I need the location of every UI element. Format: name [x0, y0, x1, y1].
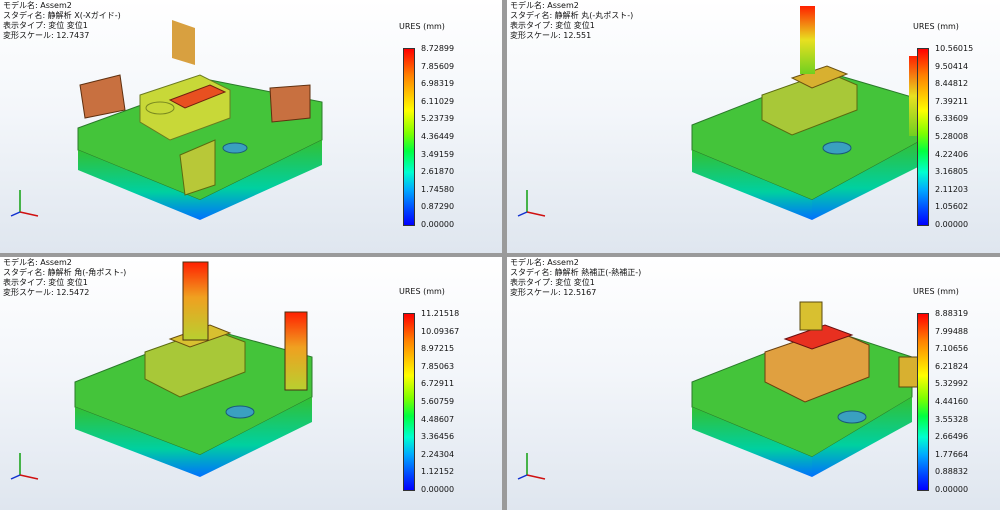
legend-value: 4.48607 [421, 414, 455, 424]
color-legend-bar [917, 313, 929, 491]
legend-value: 11.21518 [421, 309, 460, 318]
legend-value: 2.24304 [421, 449, 455, 459]
study-name: スタディ名: 静解析 角(-角ポスト-) [3, 268, 127, 277]
plot-type: 表示タイプ: 変位 変位1 [3, 21, 88, 30]
deformation-scale: 変形スケール: 12.551 [510, 31, 592, 40]
plot-type: 表示タイプ: 変位 変位1 [510, 278, 595, 287]
legend-value: 0.00000 [421, 485, 455, 494]
color-legend-bar [403, 48, 415, 226]
plot-type: 表示タイプ: 変位 変位1 [510, 21, 595, 30]
legend-value: 0.88832 [935, 467, 969, 477]
legend-value: 7.99488 [935, 326, 969, 336]
legend-value: 2.11203 [935, 184, 969, 194]
legend-value: 7.10656 [935, 344, 969, 354]
legend-value: 4.22406 [935, 149, 969, 159]
study-name: スタディ名: 静解析 丸(-丸ポスト-) [510, 11, 634, 20]
legend-value: 6.72911 [421, 379, 455, 389]
legend-value: 1.12152 [421, 467, 455, 477]
model-name: モデル名: Assem2 [3, 258, 72, 267]
axis-triad-icon [10, 453, 39, 480]
viewport-x-guide[interactable]: モデル名: Assem2 スタディ名: 静解析 X(-Xガイド-) 表示タイプ:… [0, 0, 502, 253]
axis-triad-icon [517, 453, 546, 480]
study-info: モデル名: Assem2 スタディ名: 静解析 X(-Xガイド-) 表示タイプ:… [3, 1, 121, 41]
viewport-square-post[interactable]: モデル名: Assem2 スタディ名: 静解析 角(-角ポスト-) 表示タイプ:… [0, 257, 502, 510]
legend-value: 10.09367 [421, 326, 460, 336]
deformation-scale: 変形スケール: 12.5167 [510, 288, 597, 297]
legend-value: 5.60759 [421, 397, 455, 406]
legend-value: 8.97215 [421, 344, 455, 354]
legend-value: 9.50414 [935, 61, 969, 71]
legend-value: 6.33609 [935, 114, 969, 124]
study-name: スタディ名: 静解析 熱補正(-熱補正-) [510, 268, 642, 277]
legend-value: 1.77664 [935, 449, 969, 459]
legend-value: 0.87290 [421, 202, 455, 212]
study-info: モデル名: Assem2 スタディ名: 静解析 熱補正(-熱補正-) 表示タイプ… [510, 258, 641, 298]
color-legend-bar [403, 313, 415, 491]
legend-value: 8.88319 [935, 309, 969, 318]
study-info: モデル名: Assem2 スタディ名: 静解析 丸(-丸ポスト-) 表示タイプ:… [510, 1, 633, 41]
legend-value: 7.85063 [421, 361, 455, 371]
model-name: モデル名: Assem2 [3, 1, 72, 10]
legend-value: 5.28008 [935, 132, 969, 141]
legend-title: URES (mm) [399, 287, 445, 296]
study-name: スタディ名: 静解析 X(-Xガイド-) [3, 11, 121, 20]
legend-value: 7.39211 [935, 96, 969, 106]
simulation-results-grid: モデル名: Assem2 スタディ名: 静解析 X(-Xガイド-) 表示タイプ:… [0, 0, 1000, 510]
legend-value: 3.16805 [935, 167, 969, 177]
plot-type: 表示タイプ: 変位 変位1 [3, 278, 88, 287]
axis-triad-icon [517, 190, 546, 217]
legend-value: 2.66496 [935, 432, 969, 442]
viewport-round-post[interactable]: モデル名: Assem2 スタディ名: 静解析 丸(-丸ポスト-) 表示タイプ:… [507, 0, 1000, 253]
legend-value: 0.00000 [935, 485, 969, 494]
legend-value: 8.72899 [421, 44, 455, 53]
legend-value: 4.36449 [421, 132, 455, 141]
viewport-thermal-correction[interactable]: モデル名: Assem2 スタディ名: 静解析 熱補正(-熱補正-) 表示タイプ… [507, 257, 1000, 510]
model-name: モデル名: Assem2 [510, 258, 579, 267]
study-info: モデル名: Assem2 スタディ名: 静解析 角(-角ポスト-) 表示タイプ:… [3, 258, 126, 298]
deformation-scale: 変形スケール: 12.5472 [3, 288, 90, 297]
legend-value: 5.32992 [935, 379, 969, 389]
legend-value: 10.56015 [935, 44, 974, 53]
legend-title: URES (mm) [913, 22, 959, 31]
legend-value: 4.44160 [935, 397, 969, 406]
legend-value: 3.36456 [421, 432, 455, 442]
legend-value: 5.23739 [421, 114, 455, 124]
model-name: モデル名: Assem2 [510, 1, 579, 10]
legend-value: 8.44812 [935, 79, 969, 89]
legend-value: 6.11029 [421, 96, 455, 106]
legend-value: 2.61870 [421, 167, 455, 177]
legend-value: 0.00000 [935, 220, 969, 229]
color-legend-bar [917, 48, 929, 226]
legend-value: 7.85609 [421, 61, 455, 71]
legend-value: 6.21824 [935, 361, 969, 371]
legend-value: 3.49159 [421, 149, 455, 159]
legend-value: 6.98319 [421, 79, 455, 89]
legend-value: 3.55328 [935, 414, 969, 424]
axis-triad-icon [10, 190, 39, 217]
deformation-scale: 変形スケール: 12.7437 [3, 31, 90, 40]
legend-value: 1.74580 [421, 184, 455, 194]
legend-title: URES (mm) [913, 287, 959, 296]
legend-value: 1.05602 [935, 202, 969, 212]
legend-value: 0.00000 [421, 220, 455, 229]
legend-title: URES (mm) [399, 22, 445, 31]
